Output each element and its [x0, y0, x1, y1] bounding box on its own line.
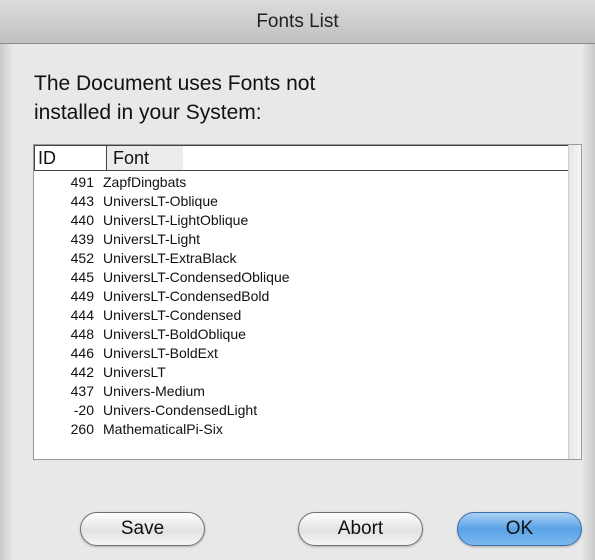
dialog-message: The Document uses Fonts not installed in…	[34, 69, 554, 127]
row-font-name: Univers-CondensedLight	[103, 402, 258, 418]
row-id: 437	[70, 383, 94, 399]
table-row[interactable]: 260 MathematicalPi-Six	[34, 420, 569, 439]
row-font-name: Univers-Medium	[103, 383, 205, 399]
row-id: 445	[70, 269, 94, 285]
row-font-name: ZapfDingbats	[103, 174, 187, 190]
table-body: 491 ZapfDingbats 443 UniversLT-Oblique 440 Un…	[34, 173, 569, 439]
column-header-id[interactable]: ID	[35, 146, 107, 170]
dialog-message-line-2: installed in your System:	[34, 101, 262, 124]
row-font-name: UniversLT-Oblique	[103, 193, 218, 209]
row-font-name: MathematicalPi-Six	[103, 421, 223, 437]
title-bar[interactable]: Fonts List	[0, 0, 595, 44]
table-row[interactable]: 448 UniversLT-BoldOblique	[34, 325, 569, 344]
column-header-font[interactable]: Font	[107, 146, 183, 170]
row-font-name: UniversLT-BoldExt	[103, 345, 218, 361]
table-row[interactable]: 491 ZapfDingbats	[34, 173, 569, 192]
row-id: -20	[73, 402, 94, 418]
row-id: 439	[70, 231, 94, 247]
row-id: 446	[70, 345, 94, 361]
row-id: 260	[70, 421, 94, 437]
fonts-table[interactable]: ID Font 491 ZapfDingbats 443 UniversLT-Obli…	[33, 144, 582, 460]
ok-button[interactable]: OK	[457, 512, 582, 546]
row-id: 491	[70, 174, 94, 190]
window-border-right	[583, 44, 595, 560]
table-row[interactable]: 446 UniversLT-BoldExt	[34, 344, 569, 363]
row-id: 452	[70, 250, 94, 266]
row-font-name: UniversLT	[103, 364, 166, 380]
row-font-name: UniversLT-CondensedOblique	[103, 269, 290, 285]
row-id: 440	[70, 212, 94, 228]
table-row[interactable]: 449 UniversLT-CondensedBold	[34, 287, 569, 306]
table-row[interactable]: 444 UniversLT-Condensed	[34, 306, 569, 325]
row-id: 443	[70, 193, 94, 209]
table-row[interactable]: 452 UniversLT-ExtraBlack	[34, 249, 569, 268]
row-font-name: UniversLT-Light	[103, 231, 201, 247]
dialog-message-line-1: The Document uses Fonts not	[34, 72, 316, 95]
table-row[interactable]: 443 UniversLT-Oblique	[34, 192, 569, 211]
row-font-name: UniversLT-BoldOblique	[103, 326, 246, 342]
window-border-left	[0, 44, 12, 560]
table-row[interactable]: 440 UniversLT-LightOblique	[34, 211, 569, 230]
vertical-scrollbar[interactable]	[568, 145, 581, 459]
row-font-name: UniversLT-LightOblique	[103, 212, 249, 228]
abort-button[interactable]: Abort	[298, 512, 423, 546]
table-header: ID Font	[34, 145, 569, 171]
row-id: 444	[70, 307, 94, 323]
table-row[interactable]: 437 Univers-Medium	[34, 382, 569, 401]
table-row[interactable]: -20 Univers-CondensedLight	[34, 401, 569, 420]
table-row[interactable]: 442 UniversLT	[34, 363, 569, 382]
row-id: 449	[70, 288, 94, 304]
window-title: Fonts List	[256, 11, 339, 32]
row-font-name: UniversLT-Condensed	[103, 307, 242, 323]
fonts-list-dialog: Fonts List The Document uses Fonts not i…	[0, 0, 595, 560]
table-row[interactable]: 439 UniversLT-Light	[34, 230, 569, 249]
save-button[interactable]: Save	[80, 512, 205, 546]
row-font-name: UniversLT-CondensedBold	[103, 288, 270, 304]
row-font-name: UniversLT-ExtraBlack	[103, 250, 237, 266]
table-row[interactable]: 445 UniversLT-CondensedOblique	[34, 268, 569, 287]
row-id: 448	[70, 326, 94, 342]
row-id: 442	[70, 364, 94, 380]
